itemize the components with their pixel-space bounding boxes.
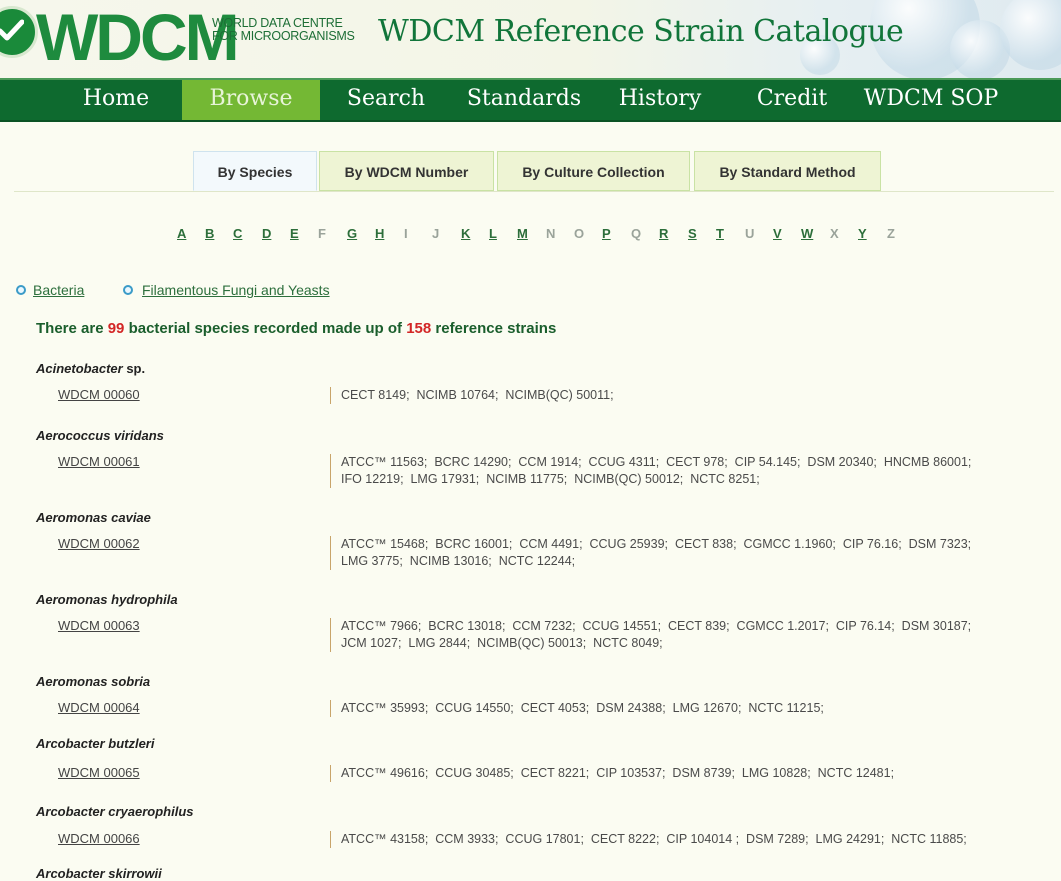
species-name-text: Aeromonas caviae bbox=[36, 510, 151, 525]
category-fungi-yeasts-link[interactable]: Filamentous Fungi and Yeasts bbox=[142, 282, 330, 298]
species-name: Aerococcus viridans bbox=[36, 428, 164, 443]
decorative-bubble bbox=[1000, 0, 1061, 70]
nav-wdcm-sop[interactable]: WDCM SOP bbox=[858, 80, 1004, 120]
wdcm-number-link[interactable]: WDCM 00062 bbox=[58, 536, 140, 551]
reference-strain-list: ATCC™ 15468; BCRC 16001; CCM 4491; CCUG … bbox=[330, 536, 1061, 570]
wdcm-number-link[interactable]: WDCM 00063 bbox=[58, 618, 140, 633]
reference-strain-line: IFO 12219; LMG 17931; NCIMB 11775; NCIMB… bbox=[341, 472, 760, 486]
radio-dot-icon[interactable] bbox=[123, 285, 133, 295]
species-count: 99 bbox=[107, 320, 125, 337]
letter-d-link[interactable]: D bbox=[262, 226, 271, 241]
letter-u-label: U bbox=[745, 226, 755, 241]
tab-by-standard-method[interactable]: By Standard Method bbox=[694, 151, 881, 191]
reference-strain-line: ATCC™ 35993; CCUG 14550; CECT 4053; DSM … bbox=[341, 701, 824, 715]
letter-e-link[interactable]: E bbox=[290, 226, 299, 241]
reference-strain-list: ATCC™ 35993; CCUG 14550; CECT 4053; DSM … bbox=[330, 700, 1061, 717]
wdcm-number-link[interactable]: WDCM 00065 bbox=[58, 765, 140, 780]
reference-strain-list: CECT 8149; NCIMB 10764; NCIMB(QC) 50011; bbox=[330, 387, 1061, 404]
species-name: Aeromonas hydrophila bbox=[36, 592, 178, 607]
letter-r-link[interactable]: R bbox=[659, 226, 668, 241]
strain-count: 158 bbox=[406, 320, 432, 337]
species-name: Aeromonas sobria bbox=[36, 674, 150, 689]
summary-middle: bacterial species recorded made up of bbox=[124, 320, 407, 337]
letter-g-link[interactable]: G bbox=[347, 226, 357, 241]
logo-check-icon bbox=[0, 6, 38, 58]
species-name-text: Aeromonas sobria bbox=[36, 674, 151, 689]
logo-subtitle-line2: FOR MICROORGANISMS bbox=[212, 29, 355, 43]
wdcm-number-link[interactable]: WDCM 00060 bbox=[58, 387, 140, 402]
reference-strain-line: LMG 3775; NCIMB 13016; NCTC 12244; bbox=[341, 554, 576, 568]
reference-strain-line: CECT 8149; NCIMB 10764; NCIMB(QC) 50011; bbox=[341, 388, 614, 402]
reference-strain-list: ATCC™ 11563; BCRC 14290; CCM 1914; CCUG … bbox=[330, 454, 1061, 488]
letter-b-link[interactable]: B bbox=[205, 226, 214, 241]
reference-strain-list: ATCC™ 7966; BCRC 13018; CCM 7232; CCUG 1… bbox=[330, 618, 1061, 652]
letter-h-link[interactable]: H bbox=[375, 226, 384, 241]
letter-t-link[interactable]: T bbox=[716, 226, 724, 241]
species-name-text: Aerococcus viridans bbox=[36, 428, 164, 443]
letter-n-label: N bbox=[546, 226, 556, 241]
radio-dot-icon[interactable] bbox=[16, 285, 26, 295]
tab-by-culture-collection[interactable]: By Culture Collection bbox=[497, 151, 690, 191]
nav-browse[interactable]: Browse bbox=[182, 80, 320, 120]
species-name: Aeromonas caviae bbox=[36, 510, 151, 525]
letter-a-link[interactable]: A bbox=[177, 226, 186, 241]
wdcm-number-link[interactable]: WDCM 00061 bbox=[58, 454, 140, 469]
letter-q-label: Q bbox=[631, 226, 642, 241]
letter-f-label: F bbox=[318, 226, 326, 241]
summary-suffix: reference strains bbox=[431, 320, 557, 337]
species-name-text: Arcobacter butzleri bbox=[36, 736, 155, 751]
logo-subtitle: WORLD DATA CENTRE FOR MICROORGANISMS bbox=[212, 17, 355, 43]
site-title: WDCM Reference Strain Catalogue bbox=[378, 14, 904, 49]
main-nav: Home Browse Search Standards History Cre… bbox=[0, 78, 1061, 122]
species-name: Arcobacter butzleri bbox=[36, 736, 154, 751]
wdcm-number-link[interactable]: WDCM 00066 bbox=[58, 831, 140, 846]
letter-c-link[interactable]: C bbox=[233, 226, 242, 241]
summary-prefix: There are bbox=[36, 320, 108, 337]
letter-w-link[interactable]: W bbox=[801, 226, 813, 241]
letter-x-label: X bbox=[830, 226, 839, 241]
letter-y-link[interactable]: Y bbox=[858, 226, 867, 241]
nav-credit[interactable]: Credit bbox=[736, 80, 848, 120]
nav-history[interactable]: History bbox=[606, 80, 714, 120]
site-header: WDCM WORLD DATA CENTRE FOR MICROORGANISM… bbox=[0, 0, 1061, 78]
reference-strain-list: ATCC™ 49616; CCUG 30485; CECT 8221; CIP … bbox=[330, 765, 1061, 782]
tab-by-species[interactable]: By Species bbox=[193, 151, 317, 191]
reference-strain-line: ATCC™ 11563; BCRC 14290; CCM 1914; CCUG … bbox=[341, 455, 972, 469]
logo-wordmark[interactable]: WDCM bbox=[36, 0, 240, 76]
tab-by-wdcm-number[interactable]: By WDCM Number bbox=[319, 151, 494, 191]
category-bacteria-link[interactable]: Bacteria bbox=[33, 282, 84, 298]
letter-o-label: O bbox=[574, 226, 585, 241]
reference-strain-line: ATCC™ 49616; CCUG 30485; CECT 8221; CIP … bbox=[341, 766, 895, 780]
reference-strain-line: ATCC™ 15468; BCRC 16001; CCM 4491; CCUG … bbox=[341, 537, 972, 551]
alphabet-index: A B C D E F G H I J K L M N O P Q R S T U V W X Y Z bbox=[0, 226, 1061, 246]
species-name-text: Aeromonas hydrophila bbox=[36, 592, 178, 607]
letter-v-link[interactable]: V bbox=[773, 226, 782, 241]
reference-strain-line: ATCC™ 43158; CCM 3933; CCUG 17801; CECT … bbox=[341, 832, 967, 846]
letter-l-link[interactable]: L bbox=[489, 226, 497, 241]
letter-p-link[interactable]: P bbox=[602, 226, 611, 241]
species-name-text: Arcobacter cryaerophilus bbox=[36, 804, 194, 819]
letter-j-label: J bbox=[432, 226, 440, 241]
species-name: Acinetobacter sp. bbox=[36, 361, 145, 376]
nav-home[interactable]: Home bbox=[52, 80, 180, 120]
letter-s-link[interactable]: S bbox=[688, 226, 697, 241]
nav-search[interactable]: Search bbox=[330, 80, 442, 120]
letter-k-link[interactable]: K bbox=[461, 226, 470, 241]
nav-standards[interactable]: Standards bbox=[458, 80, 590, 120]
reference-strain-line: ATCC™ 7966; BCRC 13018; CCM 7232; CCUG 1… bbox=[341, 619, 972, 633]
letter-m-link[interactable]: M bbox=[517, 226, 528, 241]
letter-z-label: Z bbox=[887, 226, 895, 241]
wdcm-number-link[interactable]: WDCM 00064 bbox=[58, 700, 140, 715]
reference-strain-line: JCM 1027; LMG 2844; NCIMB(QC) 50013; NCT… bbox=[341, 636, 663, 650]
species-summary: There are 99 bacterial species recorded … bbox=[36, 320, 556, 337]
species-name: Arcobacter cryaerophilus bbox=[36, 804, 194, 819]
species-name-text: Acinetobacter bbox=[36, 361, 123, 376]
reference-strain-list: ATCC™ 43158; CCM 3933; CCUG 17801; CECT … bbox=[330, 831, 1061, 848]
species-suffix: sp. bbox=[122, 361, 146, 376]
letter-i-label: I bbox=[404, 226, 408, 241]
